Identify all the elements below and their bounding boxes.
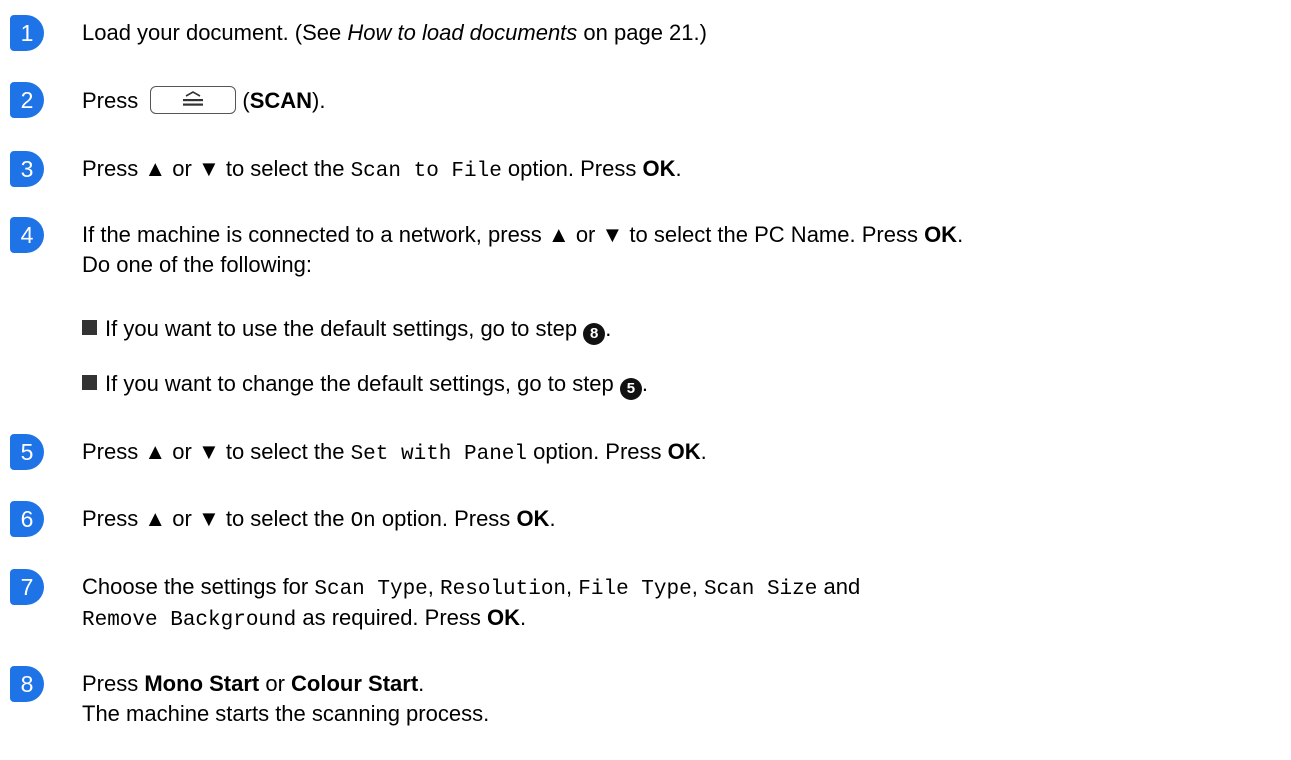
down-arrow-icon: ▼ <box>197 506 220 531</box>
step-text: Load your document. (See How to load doc… <box>82 20 707 45</box>
step-ref-8-icon: 8 <box>583 323 606 345</box>
up-arrow-icon: ▲ <box>144 506 167 531</box>
step-text: Press Mono Start or Colour Start. <box>82 671 425 696</box>
bullet-item: If you want to change the default settin… <box>82 370 648 400</box>
step-text: Press ▲ or ▼ to select the On option. Pr… <box>82 506 556 533</box>
step-text-line2: Do one of the following: <box>82 252 312 277</box>
step-number: 6 <box>10 501 44 537</box>
step-number: 8 <box>10 666 44 702</box>
square-bullet-icon <box>82 375 97 390</box>
square-bullet-icon <box>82 320 97 335</box>
step-text: Press (SCAN). <box>82 86 326 114</box>
down-arrow-icon: ▼ <box>197 156 220 181</box>
step-text-line2: The machine starts the scanning process. <box>82 701 490 726</box>
up-arrow-icon: ▲ <box>144 156 167 181</box>
up-arrow-icon: ▲ <box>144 439 167 464</box>
step-number: 5 <box>10 434 44 470</box>
step-text: Press ▲ or ▼ to select the Set with Pane… <box>82 439 707 466</box>
step-text: If the machine is connected to a network… <box>82 222 964 247</box>
bullet-item: If you want to use the default settings,… <box>82 315 611 345</box>
up-arrow-icon: ▲ <box>547 222 570 247</box>
step-ref-5-icon: 5 <box>619 378 642 400</box>
step-text-line2: Remove Background as required. Press OK. <box>82 605 527 632</box>
step-number: 3 <box>10 151 44 187</box>
step-text: Choose the settings for Scan Type, Resol… <box>82 574 861 601</box>
page-reference: How to load documents <box>347 20 578 45</box>
down-arrow-icon: ▼ <box>601 222 624 247</box>
step-number: 2 <box>10 82 44 118</box>
step-text: Press ▲ or ▼ to select the Scan to File … <box>82 156 682 183</box>
step-number: 7 <box>10 569 44 605</box>
down-arrow-icon: ▼ <box>197 439 220 464</box>
step-number: 1 <box>10 15 44 51</box>
scan-key-icon <box>150 86 237 114</box>
step-number: 4 <box>10 217 44 253</box>
